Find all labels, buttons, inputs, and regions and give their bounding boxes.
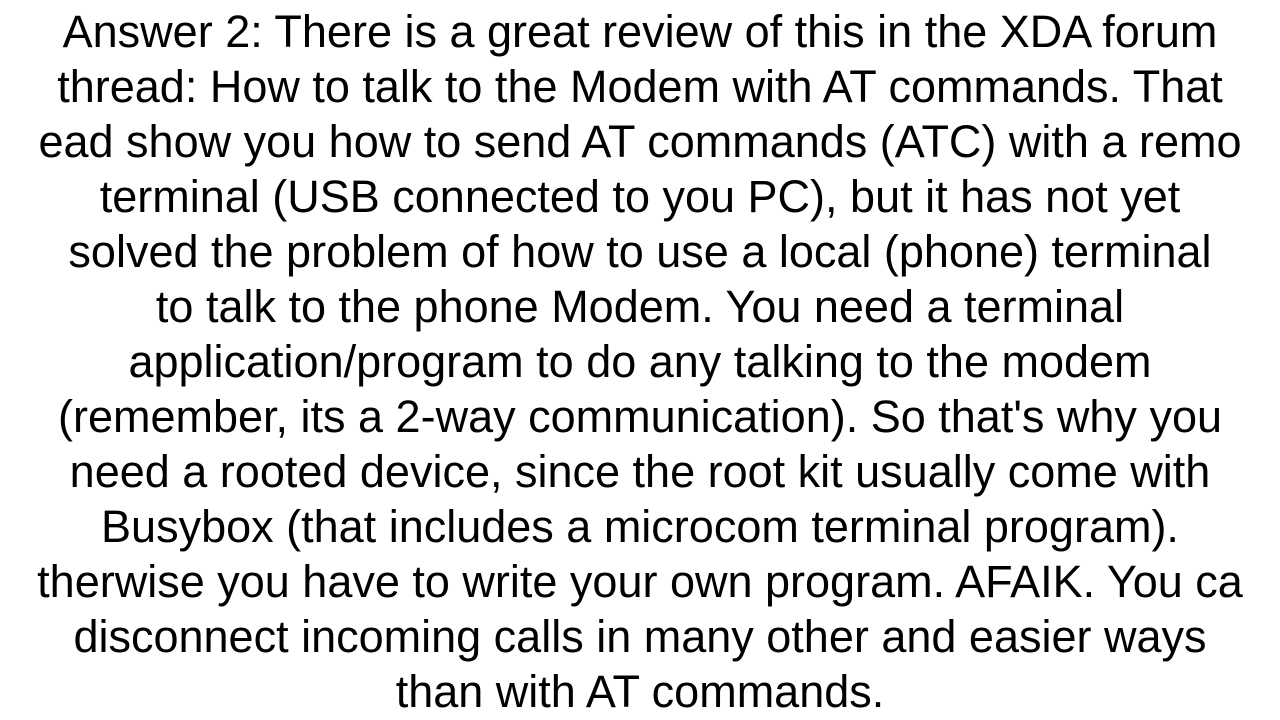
document-container: Answer 2: There is a great review of thi…	[0, 0, 1280, 720]
answer-body-text: Answer 2: There is a great review of thi…	[37, 0, 1243, 719]
